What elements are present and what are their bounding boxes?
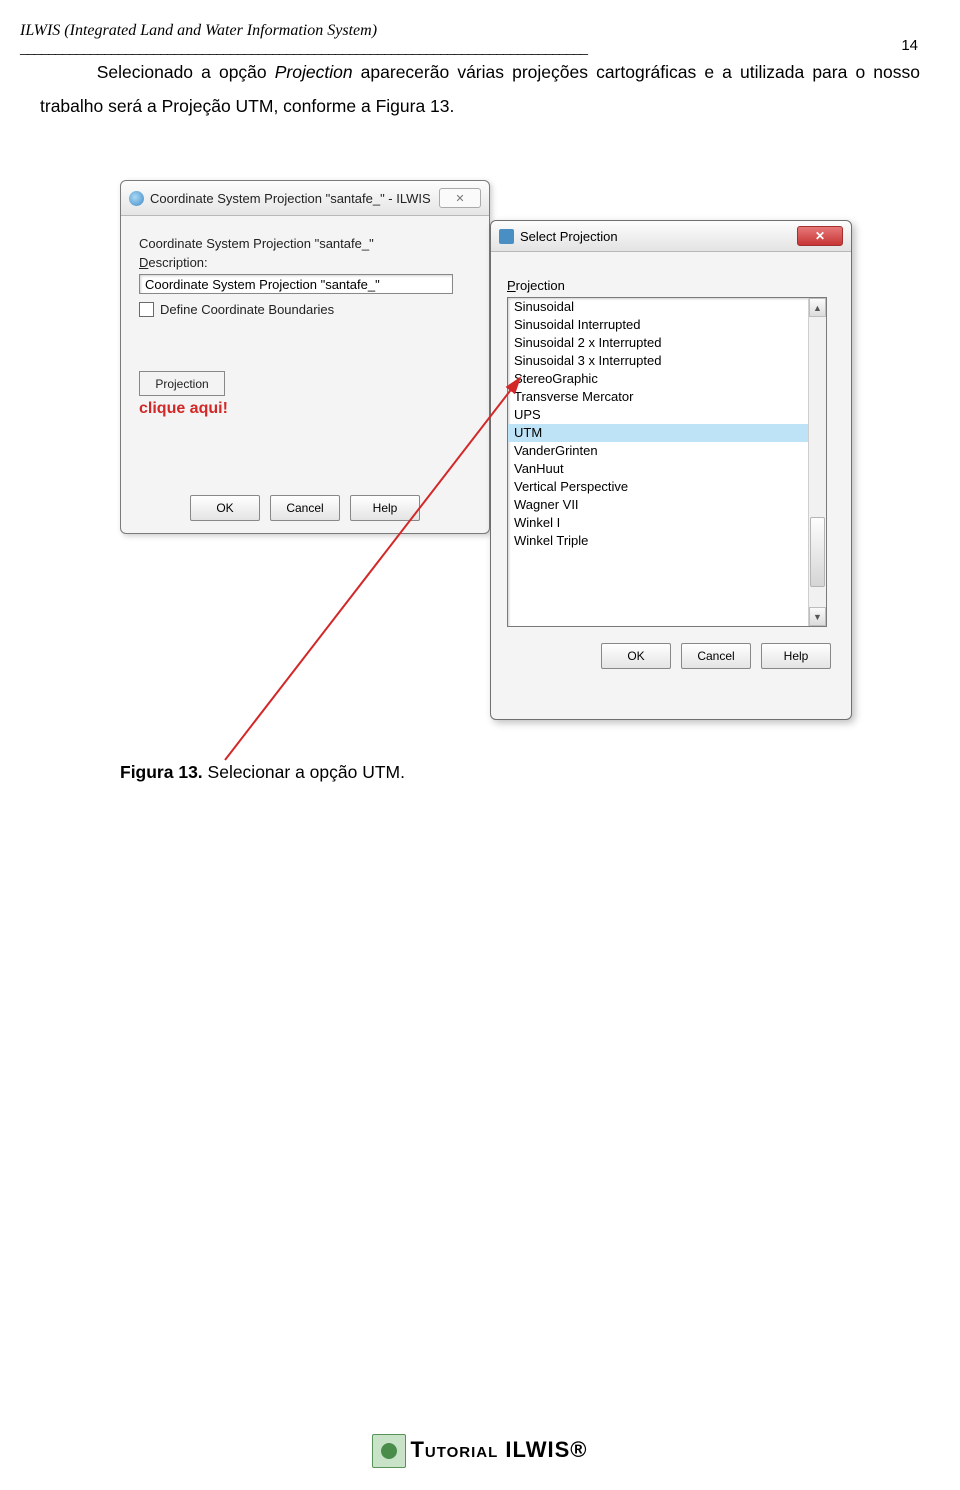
projection-option[interactable]: Transverse Mercator	[508, 388, 808, 406]
window-icon	[499, 229, 514, 244]
cancel-button[interactable]: Cancel	[270, 495, 340, 521]
projection-button[interactable]: Projection	[139, 371, 225, 396]
page-number: 14	[901, 37, 918, 54]
click-here-annotation: clique aqui!	[139, 400, 471, 418]
scrollbar[interactable]: ▲ ▼	[808, 298, 826, 626]
projection-option[interactable]: Sinusoidal 3 x Interrupted	[508, 352, 808, 370]
close-icon[interactable]: ✕	[797, 226, 843, 246]
page-header: ILWIS (Integrated Land and Water Informa…	[20, 22, 940, 58]
projection-option[interactable]: Wagner VII	[508, 496, 808, 514]
define-boundaries-checkbox[interactable]	[139, 302, 154, 317]
coord-dialog-buttons: OK Cancel Help	[121, 495, 489, 521]
projection-list-label-rest: rojection	[516, 278, 565, 293]
projection-option[interactable]: UTM	[508, 424, 808, 442]
description-label-u: D	[139, 255, 148, 270]
screenshot-area: Coordinate System Projection "santafe_" …	[120, 180, 890, 718]
help-button[interactable]: Help	[350, 495, 420, 521]
description-label-rest: escription:	[148, 255, 207, 270]
para-t1: Selecionado a opção	[97, 62, 275, 82]
projection-option[interactable]: Sinusoidal	[508, 298, 808, 316]
projection-option[interactable]: VanHuut	[508, 460, 808, 478]
projection-option[interactable]: Winkel Triple	[508, 532, 808, 550]
intro-paragraph: Selecionado a opção Projection aparecerã…	[40, 55, 920, 123]
coord-system-titlebar[interactable]: Coordinate System Projection "santafe_" …	[121, 181, 489, 216]
projection-option[interactable]: Vertical Perspective	[508, 478, 808, 496]
cancel-button[interactable]: Cancel	[681, 643, 751, 669]
description-label: Description:	[139, 255, 471, 270]
ok-button[interactable]: OK	[190, 495, 260, 521]
projection-option[interactable]: UPS	[508, 406, 808, 424]
projection-list-label-u: P	[507, 278, 516, 293]
figure-caption-bold: Figura 13.	[120, 762, 203, 782]
page-footer: Tutorial ILWIS®	[0, 1434, 960, 1468]
figure-caption: Figura 13. Selecionar a opção UTM.	[120, 762, 405, 783]
globe-icon	[129, 191, 144, 206]
ok-button[interactable]: OK	[601, 643, 671, 669]
coord-name-label: Coordinate System Projection "santafe_"	[139, 236, 471, 251]
footer-text: Tutorial ILWIS®	[410, 1437, 587, 1462]
projection-button-rest: rojection	[163, 377, 208, 391]
scroll-down-icon[interactable]: ▼	[809, 607, 826, 626]
select-projection-title: Select Projection	[520, 229, 618, 244]
define-boundaries-label: Define Coordinate Boundaries	[160, 302, 334, 317]
para-italic: Projection	[275, 62, 353, 82]
projection-option[interactable]: Sinusoidal Interrupted	[508, 316, 808, 334]
header-close: )	[372, 22, 377, 39]
projection-option[interactable]: Sinusoidal 2 x Interrupted	[508, 334, 808, 352]
footer-logo-icon	[372, 1434, 406, 1468]
projection-option[interactable]: Winkel I	[508, 514, 808, 532]
select-projection-titlebar[interactable]: Select Projection ✕	[491, 221, 851, 252]
header-full: Integrated Land and Water Information Sy…	[70, 22, 372, 39]
help-button[interactable]: Help	[761, 643, 831, 669]
close-icon[interactable]: ✕	[439, 188, 481, 208]
projection-option[interactable]: VanderGrinten	[508, 442, 808, 460]
select-projection-dialog: Select Projection ✕ Projection Sinusoida…	[490, 220, 852, 720]
description-input[interactable]	[139, 274, 453, 294]
projection-button-u: P	[155, 377, 163, 391]
figure-caption-rest: Selecionar a opção UTM.	[203, 762, 405, 782]
header-abbrev: ILWIS (	[20, 22, 70, 39]
projection-option[interactable]: StereoGraphic	[508, 370, 808, 388]
projection-listbox[interactable]: SinusoidalSinusoidal InterruptedSinusoid…	[507, 297, 827, 627]
scroll-thumb[interactable]	[810, 517, 825, 587]
projection-list-label: Projection	[507, 278, 835, 293]
scroll-up-icon[interactable]: ▲	[809, 298, 826, 317]
coord-system-dialog: Coordinate System Projection "santafe_" …	[120, 180, 490, 534]
coord-system-title: Coordinate System Projection "santafe_" …	[150, 191, 431, 206]
select-projection-buttons: OK Cancel Help	[507, 643, 835, 669]
scroll-track[interactable]	[809, 317, 826, 607]
